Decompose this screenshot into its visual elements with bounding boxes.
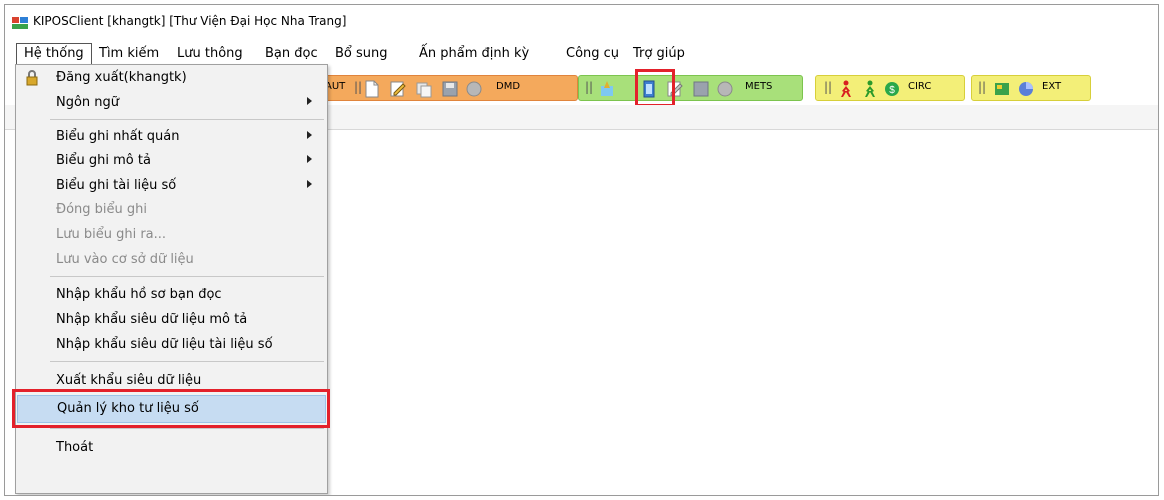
menu-item-import-reader-profiles[interactable]: Nhập khẩu hồ sơ bạn đọc bbox=[17, 283, 326, 307]
map-pin-icon[interactable] bbox=[599, 80, 615, 98]
toolbar-mets: || METS bbox=[578, 75, 803, 101]
menu-tim-kiem[interactable]: Tìm kiếm bbox=[99, 46, 159, 61]
menu-item-save-record-as: Lưu biểu ghi ra... bbox=[17, 223, 326, 247]
toolbar-ext: || EXT bbox=[971, 75, 1091, 101]
save-icon[interactable] bbox=[442, 80, 458, 98]
menu-item-digital-records[interactable]: Biểu ghi tài liệu số bbox=[17, 174, 326, 198]
window-title: KIPOSClient [khangtk] [Thư Viện Đại Học … bbox=[33, 14, 347, 28]
exit-label: Thoát bbox=[56, 440, 94, 455]
toolbar-separator: || bbox=[978, 80, 987, 94]
database-save-icon[interactable] bbox=[466, 80, 482, 98]
toolbar-circ: || $ CIRC bbox=[815, 75, 965, 101]
close-record-label: Đóng biểu ghi bbox=[56, 202, 147, 217]
menu-item-import-descriptive-metadata[interactable]: Nhập khẩu siêu dữ liệu mô tả bbox=[17, 308, 326, 332]
map-icon[interactable] bbox=[994, 80, 1010, 98]
toolbar-separator: || bbox=[585, 80, 594, 94]
aut-label[interactable]: AUT bbox=[325, 81, 345, 92]
submenu-arrow-icon bbox=[307, 97, 312, 105]
svg-text:$: $ bbox=[889, 85, 895, 96]
menu-separator bbox=[50, 119, 324, 120]
submenu-arrow-icon bbox=[307, 131, 312, 139]
dollar-icon[interactable]: $ bbox=[884, 80, 900, 98]
checkin-person-icon[interactable] bbox=[862, 80, 878, 98]
edit-document-icon[interactable] bbox=[390, 80, 406, 98]
descriptive-records-label: Biểu ghi mô tả bbox=[56, 153, 151, 168]
toolbar-separator: || bbox=[824, 80, 833, 94]
save-digital-icon[interactable] bbox=[693, 80, 709, 98]
toolbar-separator: || bbox=[354, 80, 363, 94]
menu-item-logout[interactable]: Đăng xuất(khangtk) bbox=[17, 66, 326, 90]
menu-bo-sung[interactable]: Bổ sung bbox=[335, 46, 388, 61]
save-to-db-label: Lưu vào cơ sở dữ liệu bbox=[56, 252, 194, 267]
export-metadata-label: Xuất khẩu siêu dữ liệu bbox=[56, 373, 202, 388]
menu-item-exit[interactable]: Thoát bbox=[17, 436, 326, 460]
submenu-arrow-icon bbox=[307, 155, 312, 163]
menu-item-descriptive-records[interactable]: Biểu ghi mô tả bbox=[17, 149, 326, 173]
menu-item-save-to-db: Lưu vào cơ sở dữ liệu bbox=[17, 248, 326, 272]
import-reader-profiles-label: Nhập khẩu hồ sơ bạn đọc bbox=[56, 287, 222, 302]
ext-label[interactable]: EXT bbox=[1042, 81, 1061, 92]
annotation-highlight-box bbox=[12, 389, 330, 428]
menu-cong-cu[interactable]: Công cụ bbox=[566, 46, 619, 61]
menu-he-thong[interactable]: Hệ thống bbox=[16, 43, 92, 65]
copy-icon[interactable] bbox=[416, 80, 432, 98]
mets-label[interactable]: METS bbox=[745, 81, 772, 92]
menu-luu-thong[interactable]: Lưu thông bbox=[177, 46, 243, 61]
language-label: Ngôn ngữ bbox=[56, 95, 120, 110]
database-digital-icon[interactable] bbox=[717, 80, 733, 98]
save-record-as-label: Lưu biểu ghi ra... bbox=[56, 227, 167, 242]
lock-icon bbox=[26, 70, 38, 86]
menu-tro-giup[interactable]: Trợ giúp bbox=[633, 46, 685, 61]
menu-item-import-digital-metadata[interactable]: Nhập khẩu siêu dữ liệu tài liệu số bbox=[17, 333, 326, 357]
menu-separator bbox=[50, 428, 324, 429]
new-document-icon[interactable] bbox=[364, 80, 380, 98]
import-descriptive-metadata-label: Nhập khẩu siêu dữ liệu mô tả bbox=[56, 312, 248, 327]
menu-item-close-record: Đóng biểu ghi bbox=[17, 198, 326, 222]
submenu-arrow-icon bbox=[307, 180, 312, 188]
title-bar: KIPOSClient [khangtk] [Thư Viện Đại Học … bbox=[5, 5, 1158, 39]
he-thong-dropdown: Đăng xuất(khangtk) Ngôn ngữ Biểu ghi nhấ… bbox=[15, 64, 328, 494]
menu-separator bbox=[50, 276, 324, 277]
app-icon bbox=[12, 17, 28, 29]
circ-label[interactable]: CIRC bbox=[908, 81, 931, 92]
menu-item-language[interactable]: Ngôn ngữ bbox=[17, 91, 326, 115]
checkout-person-icon[interactable] bbox=[838, 80, 854, 98]
menu-ban-doc[interactable]: Bạn đọc bbox=[265, 46, 318, 61]
import-digital-metadata-label: Nhập khẩu siêu dữ liệu tài liệu số bbox=[56, 337, 273, 352]
logout-label: Đăng xuất(khangtk) bbox=[56, 70, 187, 85]
digital-records-label: Biểu ghi tài liệu số bbox=[56, 178, 177, 193]
menu-item-consistent-records[interactable]: Biểu ghi nhất quán bbox=[17, 125, 326, 149]
dmd-label[interactable]: DMD bbox=[496, 81, 520, 92]
annotation-highlight-box bbox=[635, 69, 675, 107]
menu-separator bbox=[50, 361, 324, 362]
menu-an-pham-dinh-ky[interactable]: Ấn phẩm định kỳ bbox=[419, 46, 529, 61]
app-window: KIPOSClient [khangtk] [Thư Viện Đại Học … bbox=[4, 4, 1159, 496]
chart-icon[interactable] bbox=[1018, 80, 1034, 98]
consistent-records-label: Biểu ghi nhất quán bbox=[56, 129, 180, 144]
